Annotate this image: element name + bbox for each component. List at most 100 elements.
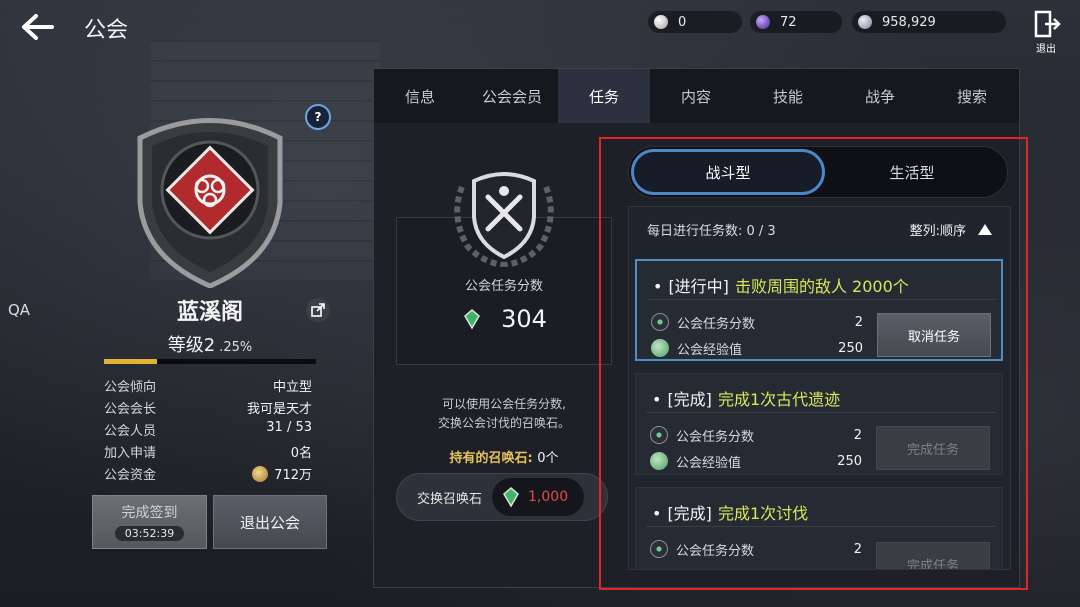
guild-shield-icon <box>137 118 283 289</box>
info-value: 中立型 <box>272 380 312 395</box>
tab-info[interactable]: 信息 <box>374 69 466 123</box>
info-label: 公会人员 <box>104 424 157 439</box>
mission-status: [进行中] <box>668 277 729 296</box>
exit-label: 退出 <box>1036 44 1056 55</box>
reward-row: 公会经验值 250 <box>650 450 862 472</box>
reward-name: 公会任务分数 <box>676 429 755 445</box>
sort-label: 整列:顺序 <box>909 223 966 239</box>
mission-status: [完成] <box>667 504 712 523</box>
daily-mission-count: 每日进行任务数: 0 / 3 <box>647 223 776 239</box>
reward-row: 公会任务分数 2 <box>650 538 862 560</box>
reward-name: 公会任务分数 <box>677 316 756 332</box>
bullet-icon: • <box>652 504 662 523</box>
currency-pearl-value: 0 <box>678 14 687 30</box>
mission-list-header: 每日进行任务数: 0 / 3 整列:顺序 <box>629 207 1010 251</box>
currency-purple-gem: 72 <box>750 11 842 33</box>
share-button[interactable] <box>306 298 330 322</box>
info-value: 0名 <box>290 446 312 461</box>
checkin-timer: 03:52:39 <box>114 526 185 541</box>
score-value-row: 304 <box>396 305 612 333</box>
stones-count: 0个 <box>537 451 559 466</box>
score-title: 公会任务分数 <box>464 279 543 294</box>
mission-task: 完成1次古代遗迹 <box>717 390 841 409</box>
info-row-members: 公会人员 31 / 53 <box>104 420 312 442</box>
divider <box>646 412 996 413</box>
back-button[interactable] <box>18 10 58 44</box>
silver-coin-icon <box>858 15 872 29</box>
mission-card: • [完成] 完成1次古代遗迹 公会任务分数 2 公会经验值 250 完成任务 <box>635 373 1003 475</box>
score-description: 可以使用公会任务分数, 交换公会讨伐的召唤石。 <box>396 395 612 433</box>
mission-type-toggle: 战斗型 生活型 <box>628 146 1008 198</box>
complete-mission-button[interactable]: 完成任务 <box>876 542 990 569</box>
guild-emblem <box>130 108 290 289</box>
reward-name: 公会经验值 <box>676 455 742 471</box>
reward-name: 公会经验值 <box>677 342 743 358</box>
checkin-label: 完成签到 <box>121 505 178 521</box>
leave-guild-button[interactable]: 退出公会 <box>213 495 327 549</box>
score-description-line-2: 交换公会讨伐的召唤石。 <box>437 416 570 430</box>
guild-level: 等级2.25% <box>104 331 316 357</box>
divider <box>647 299 997 300</box>
guild-info: 公会倾向 中立型 公会会长 我可是天才 公会人员 31 / 53 加入申请 0名… <box>104 376 312 486</box>
mission-list[interactable]: 每日进行任务数: 0 / 3 整列:顺序 • [进行中] 击败周围的敌人 2000个… <box>628 206 1011 570</box>
guild-xp-fill <box>104 359 157 364</box>
mission-emblem <box>444 167 564 268</box>
tab-search[interactable]: 搜索 <box>926 69 1018 123</box>
exchange-stone-button[interactable]: 交换召唤石 1,000 <box>396 473 608 521</box>
reward-value: 2 <box>853 427 862 443</box>
mission-status: [完成] <box>667 390 712 409</box>
purple-gem-icon <box>756 15 770 29</box>
guild-exp-icon <box>651 339 669 357</box>
mission-score-icon <box>650 540 668 558</box>
laurel-shield-icon <box>454 172 554 268</box>
guild-xp-bar <box>104 359 316 364</box>
combat-type-button[interactable]: 战斗型 <box>631 149 825 195</box>
pearl-icon <box>654 15 668 29</box>
mission-card: • [进行中] 击败周围的敌人 2000个 公会任务分数 2 公会经验值 250 取… <box>635 259 1003 361</box>
bullet-icon: • <box>652 390 662 409</box>
mission-title: • [完成] 完成1次古代遗迹 <box>652 386 840 410</box>
divider <box>646 526 996 527</box>
cancel-mission-button[interactable]: 取消任务 <box>877 313 991 357</box>
exit-button[interactable]: 退出 <box>1028 10 1064 55</box>
score-description-line-1: 可以使用公会任务分数, <box>442 397 566 411</box>
exit-door-icon <box>1034 10 1061 38</box>
mission-title: • [进行中] 击败周围的敌人 2000个 <box>653 273 909 297</box>
checkin-button[interactable]: 完成签到 03:52:39 <box>92 495 207 549</box>
mission-score-icon <box>650 426 668 444</box>
guild-level-label: 等级2 <box>167 335 216 356</box>
reward-row: 公会任务分数 2 <box>651 311 863 333</box>
guild-help-badge[interactable]: ? <box>305 104 331 130</box>
tab-members[interactable]: 公会会员 <box>466 69 558 123</box>
currency-silver-coin: 958,929 <box>852 11 1006 33</box>
info-label: 公会倾向 <box>104 380 157 395</box>
tab-war[interactable]: 战争 <box>834 69 926 123</box>
sort-triangle-icon <box>978 223 992 235</box>
guild-tabs: 信息 公会会员 任务 内容 技能 战争 搜索 <box>374 69 1019 123</box>
exchange-cost: 1,000 <box>492 478 585 516</box>
sort-button[interactable]: 整列:顺序 <box>910 220 992 239</box>
reward-value: 2 <box>853 541 862 557</box>
tab-missions[interactable]: 任务 <box>558 69 650 123</box>
score-value: 304 <box>501 305 547 333</box>
tab-skills[interactable]: 技能 <box>742 69 834 123</box>
guild-exp-icon <box>650 452 668 470</box>
currency-purple-gem-value: 72 <box>780 14 797 30</box>
currency-silver-coin-value: 958,929 <box>882 14 936 30</box>
complete-mission-button[interactable]: 完成任务 <box>876 426 990 470</box>
cost-gem-icon <box>503 487 519 508</box>
mission-task: 完成1次讨伐 <box>717 504 809 523</box>
mission-gem-icon <box>464 309 481 330</box>
reward-row: 公会经验值 250 <box>651 337 863 359</box>
info-label: 公会会长 <box>104 402 157 417</box>
top-bar: 公会 0 72 958,929 退出 <box>0 0 1080 56</box>
reward-row: 公会任务分数 2 <box>650 424 862 446</box>
guild-level-progress: .25% <box>219 340 253 355</box>
back-arrow-icon <box>22 14 54 40</box>
tab-content[interactable]: 内容 <box>650 69 742 123</box>
reward-value: 250 <box>837 453 862 469</box>
info-row-applications: 加入申请 0名 <box>104 442 312 464</box>
mission-card: • [完成] 完成1次讨伐 公会任务分数 2 完成任务 <box>635 487 1003 569</box>
guild-name: 蓝溪阁 <box>176 300 243 325</box>
life-type-button[interactable]: 生活型 <box>815 149 1009 195</box>
